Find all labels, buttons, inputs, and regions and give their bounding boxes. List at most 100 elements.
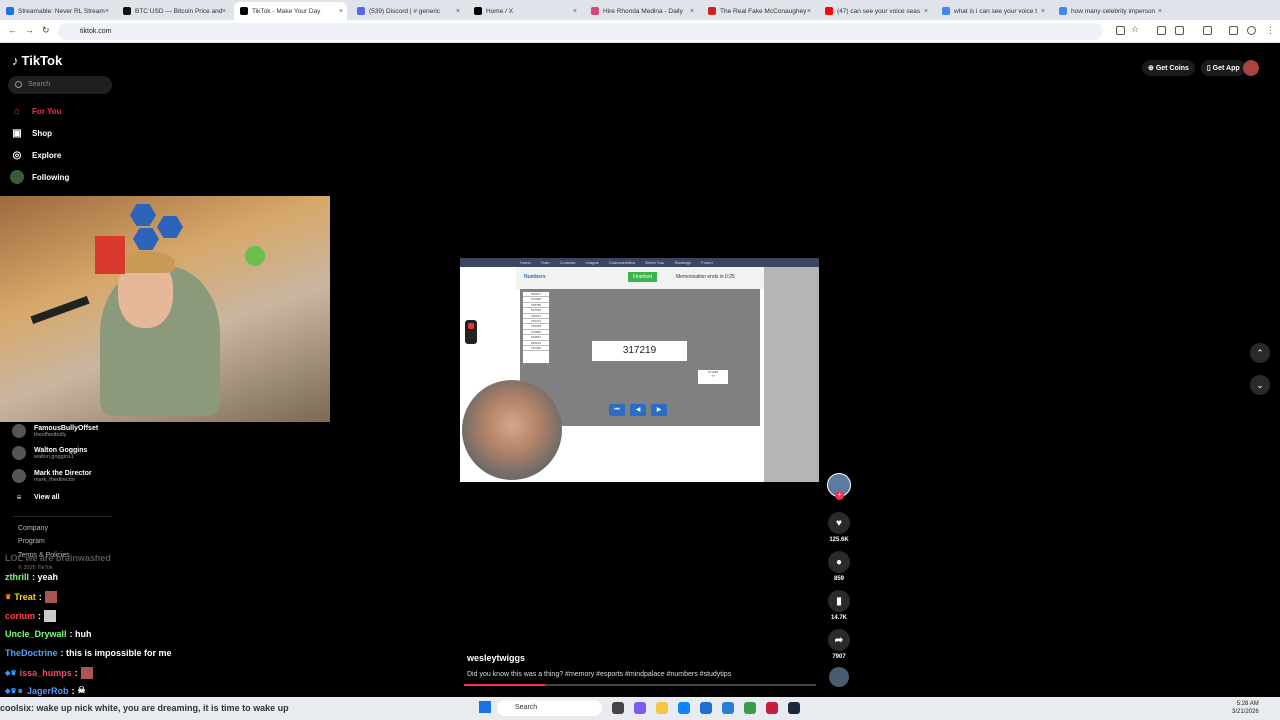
close-tab-icon[interactable]: × [222,8,226,15]
browser-tab[interactable]: how many celebrity imperson × [1053,2,1166,20]
following-item[interactable]: Mark the Director mark_thedirector [12,469,92,483]
skull-emote-icon: ☠ [77,685,86,695]
video-progress-bar[interactable] [464,684,816,686]
browser-tab[interactable]: (47) can see your voice seas × [819,2,932,20]
music-disc[interactable] [829,667,849,687]
nav-shop[interactable]: ▣ Shop [10,126,52,140]
scroll-down-button[interactable]: ⌄ [1250,375,1270,395]
store-icon[interactable] [700,702,712,714]
badge-icon: ♛ [5,594,12,601]
nav-for-you[interactable]: ⌂ For You [10,104,62,118]
footer-link[interactable]: Company [18,525,48,532]
steam-icon[interactable] [788,702,800,714]
tab-favicon-icon [357,7,365,15]
profile-icon[interactable] [1247,26,1256,35]
wall-decor [133,228,159,250]
browser-tab[interactable]: Home / X × [468,2,581,20]
search-input[interactable]: Search [8,76,112,94]
install-icon[interactable] [1116,26,1125,35]
browser-tab[interactable]: TikTok - Make Your Day × [234,2,347,20]
streamer-webcam-overlay [0,196,330,422]
profile-avatar[interactable] [1243,60,1259,76]
sidebar-icon[interactable] [1203,26,1212,35]
browser-tab[interactable]: Streamable: Never RL Stream × [0,2,113,20]
close-tab-icon[interactable]: × [573,8,577,15]
edge-icon[interactable] [678,702,690,714]
reload-icon[interactable]: ↻ [42,25,50,36]
video-player[interactable]: Home Train Contests League Characteristi… [460,258,819,482]
copyright: © 2026 TikTok [18,565,53,571]
wall-decor [130,204,156,226]
scroll-up-button[interactable]: ⌃ [1250,343,1270,363]
forward-icon[interactable]: → [25,25,34,35]
follow-plus-icon[interactable]: + [835,491,844,500]
video-caption: Did you know this was a thing? #memory #… [467,671,732,678]
menu-icon[interactable]: ⋮ [1266,25,1275,36]
tab-favicon-icon [240,7,248,15]
close-tab-icon[interactable]: × [1158,8,1162,15]
home-icon: ⌂ [13,105,21,117]
taskbar-search[interactable]: Search [497,700,602,716]
file-explorer-icon[interactable] [656,702,668,714]
browser-tab[interactable]: The Real Fake McConaughey × [702,2,815,20]
chat-message: ♛ Treat: [5,591,57,603]
video-author[interactable]: wesleytwiggs [467,653,525,663]
get-coins-button[interactable]: ⊕ Get Coins [1142,60,1195,76]
like-button[interactable]: ♥ 125.6K [825,512,853,543]
taskview-icon[interactable] [612,702,624,714]
header-actions: ⊕ Get Coins ▯ Get App [1142,60,1246,76]
bookmark-icon: ▮ [828,590,850,612]
wall-decor [157,216,183,238]
chat-message: TheDoctrine: this is impossible for me [5,648,172,658]
tab-title: TikTok - Make Your Day [252,7,321,15]
tab-favicon-icon [825,7,833,15]
close-tab-icon[interactable]: × [105,8,109,15]
browser-tab[interactable]: Hire Rhonda Medina - Daily × [585,2,698,20]
back-icon[interactable]: ← [8,25,17,35]
save-button[interactable]: ▮ 14.7K [825,590,853,621]
browser-tab[interactable]: BTC USD — Bitcoin Price and × [117,2,230,20]
system-clock[interactable]: 5:28 AM 3/21/2026 [1232,700,1259,716]
chrome-icon[interactable] [744,702,756,714]
chat-message: Uncle_Drywall: huh [5,629,92,639]
shop-icon: ▣ [12,127,22,139]
extension-icon[interactable] [1157,26,1166,35]
close-tab-icon[interactable]: × [924,8,928,15]
url-field[interactable]: tiktok.com [58,23,1103,40]
download-icon[interactable] [1229,26,1238,35]
following-item[interactable]: FamousBullyOffset theoffsetbully [12,424,98,438]
view-all-button[interactable]: ≡ View all [12,493,60,502]
nav-explore[interactable]: ◎ Explore [10,148,62,162]
emote-icon [44,591,57,603]
copilot-icon[interactable] [634,702,646,714]
close-tab-icon[interactable]: × [1041,8,1045,15]
number-row: 767096 [523,346,549,352]
close-tab-icon[interactable]: × [690,8,694,15]
browser-tab[interactable]: what is i can see your voice t × [936,2,1049,20]
close-tab-icon[interactable]: × [456,8,460,15]
comment-button[interactable]: ● 859 [825,551,853,582]
bookmark-star-icon[interactable]: ☆ [1131,24,1139,35]
avatar [12,424,26,438]
extensions-puzzle-icon[interactable] [1175,26,1184,35]
share-button[interactable]: ➦ 7907 [825,629,853,660]
nav-following[interactable]: Following [10,170,69,184]
start-icon[interactable] [479,701,491,713]
outlook-icon[interactable] [722,702,734,714]
emote-icon [44,610,57,622]
get-app-button[interactable]: ▯ Get App [1200,60,1246,76]
tab-title: (539) Discord | # generic [369,7,441,15]
tab-favicon-icon [708,7,716,15]
footer-link[interactable]: Program [18,538,45,545]
browser-tab[interactable]: (539) Discord | # generic × [351,2,464,20]
badge-icon: ◆♛ [5,670,17,677]
close-tab-icon[interactable]: × [339,8,343,15]
next-icon: ▶ [651,404,667,416]
app-icon[interactable] [766,702,778,714]
record-icon [468,323,474,329]
following-item[interactable]: Walton Goggins walton.goggins1 [12,446,87,460]
close-tab-icon[interactable]: × [807,8,811,15]
tab-favicon-icon [6,7,14,15]
tiktok-logo[interactable]: ♪ TikTok [12,53,62,68]
chat-message: ◆♛☻ JagerRob: ☠ [5,685,86,696]
